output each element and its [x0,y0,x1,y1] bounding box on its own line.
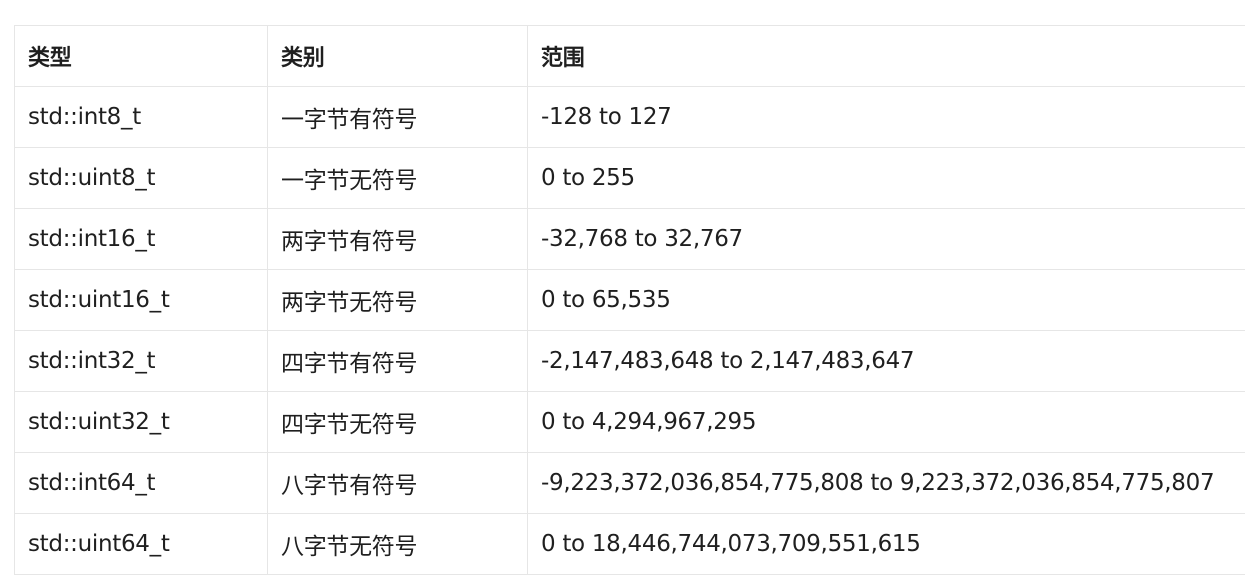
cell-type: std::uint16_t [14,269,268,331]
cell-type: std::uint8_t [14,147,268,209]
cell-range: -128 to 127 [527,86,1245,148]
cell-category: 四字节有符号 [267,330,528,392]
header-category: 类别 [267,25,528,87]
cell-type: std::uint32_t [14,391,268,453]
cell-type: std::int8_t [14,86,268,148]
cell-type: std::int64_t [14,452,268,514]
header-range: 范围 [527,25,1245,87]
cell-range: 0 to 255 [527,147,1245,209]
cell-category: 一字节无符号 [267,147,528,209]
cell-range: 0 to 18,446,744,073,709,551,615 [527,513,1245,575]
header-type: 类型 [14,25,268,87]
cell-range: 0 to 65,535 [527,269,1245,331]
cell-category: 四字节无符号 [267,391,528,453]
cell-category: 八字节有符号 [267,452,528,514]
cell-category: 两字节无符号 [267,269,528,331]
table-row: std::int32_t 四字节有符号 -2,147,483,648 to 2,… [14,330,1245,392]
table-row: std::int16_t 两字节有符号 -32,768 to 32,767 [14,208,1245,270]
cell-category: 两字节有符号 [267,208,528,270]
integer-types-table: 类型 类别 范围 std::int8_t 一字节有符号 -128 to 127 … [14,25,1245,575]
cell-type: std::int32_t [14,330,268,392]
table-row: std::uint16_t 两字节无符号 0 to 65,535 [14,269,1245,331]
cell-category: 一字节有符号 [267,86,528,148]
cell-range: 0 to 4,294,967,295 [527,391,1245,453]
table-row: std::uint8_t 一字节无符号 0 to 255 [14,147,1245,209]
integer-types-table-container: 类型 类别 范围 std::int8_t 一字节有符号 -128 to 127 … [14,25,1245,575]
table-row: std::uint64_t 八字节无符号 0 to 18,446,744,073… [14,513,1245,575]
table-header-row: 类型 类别 范围 [14,25,1245,87]
cell-type: std::int16_t [14,208,268,270]
table-row: std::int8_t 一字节有符号 -128 to 127 [14,86,1245,148]
cell-range: -32,768 to 32,767 [527,208,1245,270]
cell-range: -9,223,372,036,854,775,808 to 9,223,372,… [527,452,1245,514]
cell-range: -2,147,483,648 to 2,147,483,647 [527,330,1245,392]
cell-category: 八字节无符号 [267,513,528,575]
table-row: std::uint32_t 四字节无符号 0 to 4,294,967,295 [14,391,1245,453]
table-row: std::int64_t 八字节有符号 -9,223,372,036,854,7… [14,452,1245,514]
cell-type: std::uint64_t [14,513,268,575]
